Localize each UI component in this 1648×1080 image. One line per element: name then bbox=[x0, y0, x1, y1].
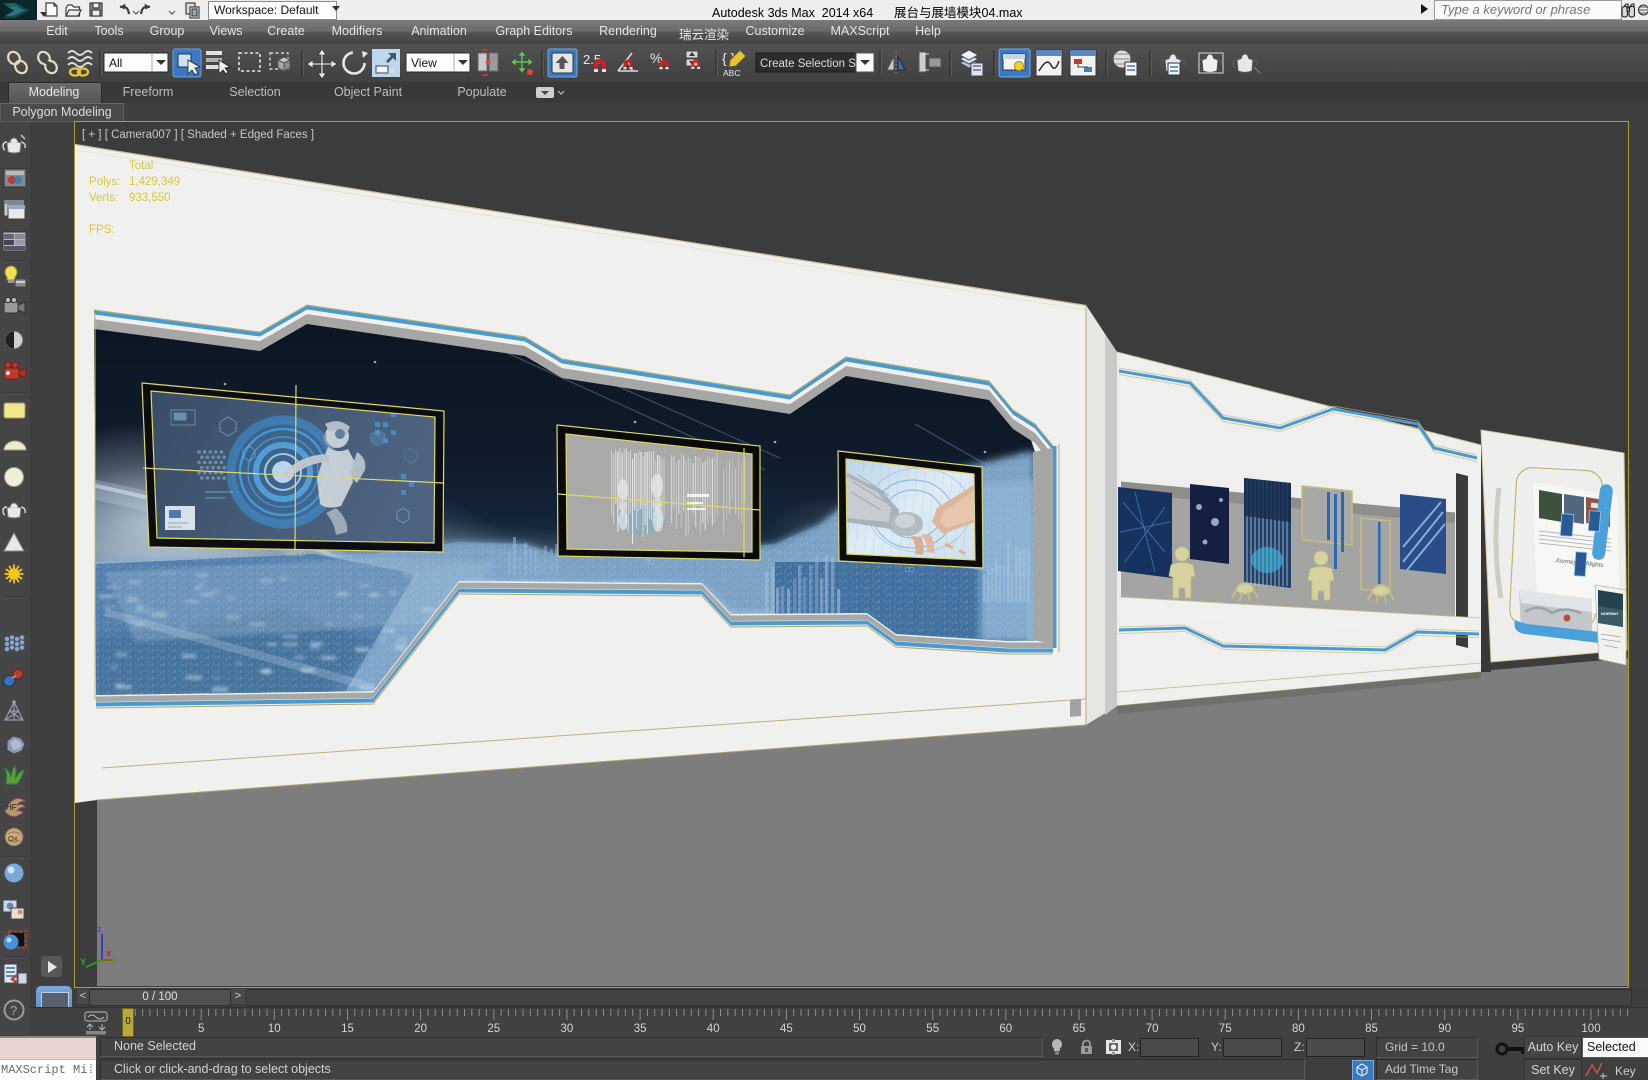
svg-text:25: 25 bbox=[487, 1023, 500, 1035]
svg-text:Verts:: Verts: bbox=[89, 192, 118, 204]
svg-text:x: x bbox=[106, 948, 112, 959]
svg-text:1,429,349: 1,429,349 bbox=[129, 176, 180, 188]
svg-text:ABC: ABC bbox=[723, 68, 740, 78]
svg-text:85: 85 bbox=[1365, 1023, 1378, 1035]
svg-text:Total: Total bbox=[129, 160, 153, 172]
svg-text:□□: □□ bbox=[905, 567, 914, 574]
svg-text:60: 60 bbox=[999, 1023, 1012, 1035]
svg-text:90: 90 bbox=[1438, 1023, 1451, 1035]
svg-text:80: 80 bbox=[1292, 1023, 1305, 1035]
svg-text:FPS:: FPS: bbox=[89, 224, 115, 236]
svg-text:40: 40 bbox=[707, 1023, 720, 1035]
svg-text:HF: HF bbox=[6, 803, 17, 812]
svg-text:□□: □□ bbox=[645, 559, 654, 566]
svg-text:55: 55 bbox=[926, 1023, 939, 1035]
svg-text:z: z bbox=[97, 924, 102, 935]
svg-text:30: 30 bbox=[561, 1023, 574, 1035]
svg-text:35: 35 bbox=[634, 1023, 647, 1035]
svg-text:10: 10 bbox=[268, 1023, 281, 1035]
svg-text:45: 45 bbox=[780, 1023, 793, 1035]
svg-text:100: 100 bbox=[1581, 1023, 1600, 1035]
svg-text:◇◇□□: ◇◇□□ bbox=[285, 551, 305, 558]
svg-text:5: 5 bbox=[198, 1023, 204, 1035]
svg-text:95: 95 bbox=[1512, 1023, 1525, 1035]
svg-text:Y: Y bbox=[80, 957, 87, 968]
svg-text:Create Selection Se: Create Selection Se bbox=[760, 58, 862, 70]
svg-text:Polys:: Polys: bbox=[89, 176, 120, 188]
svg-text:20: 20 bbox=[414, 1023, 427, 1035]
svg-text:75: 75 bbox=[1219, 1023, 1232, 1035]
svg-text:?: ? bbox=[10, 1003, 17, 1018]
svg-text:15: 15 bbox=[341, 1023, 354, 1035]
svg-text:50: 50 bbox=[853, 1023, 866, 1035]
svg-text:All: All bbox=[109, 56, 122, 70]
svg-text:[ + ] [ Camera007 ] [ Shaded +: [ + ] [ Camera007 ] [ Shaded + Edged Fac… bbox=[82, 129, 314, 141]
svg-text:Ox: Ox bbox=[8, 834, 18, 843]
svg-text:933,550: 933,550 bbox=[129, 192, 171, 204]
svg-text:NORWAY: NORWAY bbox=[1601, 611, 1619, 616]
svg-text:70: 70 bbox=[1146, 1023, 1159, 1035]
svg-text:65: 65 bbox=[1073, 1023, 1086, 1035]
svg-text:View: View bbox=[411, 56, 437, 70]
